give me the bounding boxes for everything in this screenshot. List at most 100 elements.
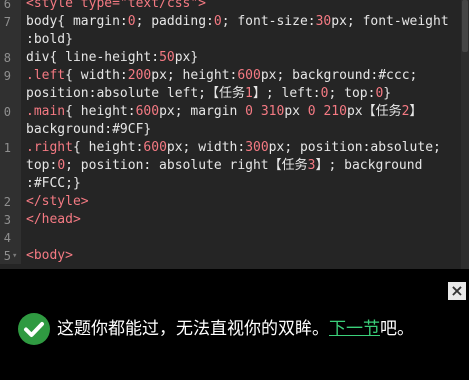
code-token: 】; background bbox=[315, 158, 423, 173]
code-token: 310 bbox=[260, 104, 285, 119]
code-token: ; padding: bbox=[135, 14, 214, 29]
code-token: .main bbox=[26, 104, 66, 119]
line-number: 9 bbox=[3, 69, 11, 83]
code-text: .main{ height:600px; margin 0 310px 0 21… bbox=[26, 103, 422, 121]
code-token: <style type="text/css"> bbox=[26, 0, 207, 11]
code-text: background:#9CF} bbox=[26, 121, 151, 139]
partially-visible-line bbox=[0, 264, 300, 269]
next-section-link[interactable]: 下一节 bbox=[329, 319, 380, 339]
code-token: px} bbox=[174, 50, 199, 65]
code-token: :bold} bbox=[26, 32, 73, 47]
code-token: 0 bbox=[127, 14, 136, 29]
code-token: ; top: bbox=[328, 86, 376, 101]
code-token: 0 bbox=[245, 104, 253, 119]
line-number: 7 bbox=[3, 15, 11, 29]
success-toast: × 这题你都能过，无法直视你的双眸。下一节吧。 bbox=[0, 270, 469, 380]
message-suffix: 吧。 bbox=[380, 319, 414, 339]
code-text: position:absolute left;【任务1】; left:0; to… bbox=[26, 85, 391, 103]
code-token: 600 bbox=[237, 68, 261, 83]
code-line[interactable]: position:absolute left;【任务1】; left:0; to… bbox=[0, 85, 469, 103]
code-line[interactable]: 7 body{ margin:0; padding:0; font-size:30… bbox=[0, 13, 469, 31]
code-line[interactable]: top:0; position: absolute right【任务3】; ba… bbox=[0, 157, 469, 175]
code-token: px bbox=[284, 104, 308, 119]
code-text: :#FCC;} bbox=[26, 175, 81, 193]
code-line[interactable]: 2 </style> bbox=[0, 193, 469, 211]
code-token: 300 bbox=[245, 140, 269, 155]
line-number: 6 bbox=[3, 0, 11, 11]
success-message: 这题你都能过，无法直视你的双眸。下一节吧。 bbox=[57, 318, 414, 340]
code-token: body{ margin: bbox=[26, 14, 128, 29]
code-token: 200 bbox=[127, 68, 152, 83]
code-line[interactable]: 3 </head> bbox=[0, 211, 469, 229]
line-number: 1 bbox=[3, 141, 11, 155]
code-line[interactable]: 0 .main{ height:600px; margin 0 310px 0 2… bbox=[0, 103, 469, 121]
code-token: px; font-weight bbox=[331, 14, 449, 29]
code-token: 50 bbox=[159, 50, 175, 65]
code-line[interactable]: 9 .left{ width:200px; height:600px; backg… bbox=[0, 67, 469, 85]
code-token: px; width: bbox=[166, 140, 246, 155]
code-token: 600 bbox=[135, 104, 160, 119]
code-line[interactable]: 5 ▾ <body> bbox=[0, 247, 469, 265]
code-text: div{ line-height:50px} bbox=[26, 49, 198, 67]
line-number: 8 bbox=[3, 51, 11, 65]
code-text: </head> bbox=[26, 211, 81, 229]
code-text: </style> bbox=[26, 193, 89, 211]
code-text: top:0; position: absolute right【任务3】; ba… bbox=[26, 157, 422, 175]
code-token: 0 bbox=[307, 104, 316, 119]
code-token: 【任务 bbox=[268, 158, 308, 173]
code-text: :bold} bbox=[26, 31, 73, 49]
code-token: } bbox=[383, 86, 392, 101]
code-line[interactable]: 6 <style type="text/css"> bbox=[0, 0, 469, 13]
code-token: 210 bbox=[323, 104, 347, 119]
code-editor[interactable]: 6 <style type="text/css"> 7 body{ margin:0;… bbox=[0, 0, 469, 269]
code-token: 600 bbox=[143, 140, 167, 155]
line-number: 5 bbox=[3, 249, 11, 263]
code-token: position:absolute left;【任务 bbox=[26, 86, 246, 101]
code-text: body{ margin:0; padding:0; font-size:30p… bbox=[26, 13, 449, 31]
code-token: </style> bbox=[26, 194, 89, 209]
code-token: px; height: bbox=[151, 68, 238, 83]
code-token: { width: bbox=[65, 68, 128, 83]
code-token: top: bbox=[26, 158, 58, 173]
fold-toggle-icon[interactable]: ▾ bbox=[12, 247, 17, 265]
code-token: 0 bbox=[57, 158, 66, 173]
code-token: :#FCC;} bbox=[26, 176, 81, 191]
code-line[interactable]: :bold} bbox=[0, 31, 469, 49]
code-line[interactable]: 4 bbox=[0, 229, 469, 247]
code-token: </head> bbox=[26, 212, 81, 227]
code-token: px【任务 bbox=[346, 104, 402, 119]
code-token: 】; left: bbox=[252, 86, 321, 101]
close-button[interactable]: × bbox=[448, 282, 466, 300]
code-token: px; background:#ccc; bbox=[260, 68, 418, 83]
check-circle-icon bbox=[18, 313, 50, 345]
editor-scrollbar[interactable] bbox=[461, 0, 469, 269]
code-line[interactable]: :#FCC;} bbox=[0, 175, 469, 193]
line-number: 4 bbox=[3, 231, 11, 245]
line-number: 2 bbox=[3, 195, 11, 209]
code-text: <style type="text/css"> bbox=[26, 0, 206, 13]
code-token: ; font-size: bbox=[221, 14, 316, 29]
code-token: 】 bbox=[409, 104, 423, 119]
code-token: { height: bbox=[72, 140, 144, 155]
code-text: .left{ width:200px; height:600px; backgr… bbox=[26, 67, 417, 85]
code-text: .right{ height:600px; width:300px; posit… bbox=[26, 139, 441, 157]
message-text: 这题你都能过，无法直视你的双眸。 bbox=[57, 319, 329, 339]
code-token: px; margin bbox=[159, 104, 246, 119]
code-token: 1 bbox=[245, 86, 253, 101]
code-line[interactable]: 1 .right{ height:600px; width:300px; posi… bbox=[0, 139, 469, 157]
code-line[interactable]: background:#9CF} bbox=[0, 121, 469, 139]
code-token: px; position:absolute; bbox=[268, 140, 441, 155]
code-token: background:#9CF} bbox=[26, 122, 152, 137]
code-token: { height: bbox=[65, 104, 136, 119]
line-number: 0 bbox=[3, 105, 11, 119]
code-token: 0 bbox=[213, 14, 222, 29]
scrollbar-thumb[interactable] bbox=[462, 0, 468, 52]
code-line[interactable]: 8 div{ line-height:50px} bbox=[0, 49, 469, 67]
line-number: 3 bbox=[3, 213, 11, 227]
code-token: .left bbox=[26, 68, 66, 83]
code-token: div{ line-height: bbox=[26, 50, 160, 65]
code-token: ; position: absolute right bbox=[65, 158, 269, 173]
code-token: .right bbox=[26, 140, 73, 155]
code-token: <body> bbox=[26, 248, 73, 263]
